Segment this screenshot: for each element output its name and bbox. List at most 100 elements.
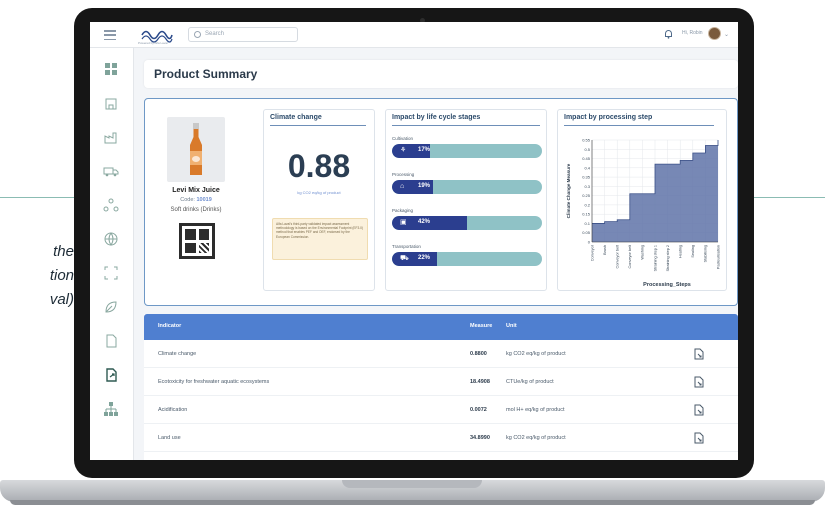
globe-icon[interactable] bbox=[102, 230, 120, 248]
measure-cell: 0.8800 bbox=[470, 351, 487, 357]
hierarchy-icon[interactable] bbox=[102, 400, 120, 418]
x-tick-label: Pasteurisation bbox=[716, 245, 720, 269]
product-code: Code: 10019 bbox=[151, 197, 241, 203]
page: the tion val) Powered by Alfa Laval Sear… bbox=[0, 0, 825, 506]
table-row[interactable]: Land use 34.8990 kg CO2 eq/kg of product bbox=[144, 424, 738, 452]
unit-cell: mol H+ eq/kg of product bbox=[506, 407, 565, 413]
document-download-icon[interactable] bbox=[694, 376, 704, 388]
dashboard-icon[interactable] bbox=[102, 60, 120, 78]
factory-icon: ⌂ bbox=[400, 183, 405, 190]
indicator-cell: Climate change bbox=[158, 351, 197, 357]
stage-bar: ▣ 42% bbox=[392, 216, 542, 230]
building-icon[interactable] bbox=[102, 94, 120, 112]
climate-unit: kg CO2 eq/kg of product bbox=[297, 190, 341, 195]
top-bar: Powered by Alfa Laval Search Hi, Robin ⌄ bbox=[90, 22, 738, 48]
caption-line: tion bbox=[49, 267, 74, 284]
y-tick-label: 0.3 bbox=[584, 184, 590, 189]
stage-bar: ⌂ 19% bbox=[392, 180, 542, 194]
avatar[interactable] bbox=[708, 27, 721, 40]
stage-percent: 22% bbox=[418, 255, 431, 261]
y-tick-label: 0.25 bbox=[582, 193, 591, 198]
y-axis-label: Climate Change Measure bbox=[566, 163, 571, 218]
chevron-down-icon[interactable]: ⌄ bbox=[724, 31, 729, 38]
x-tick-label: Conveyor belt bbox=[628, 244, 632, 268]
export-icon[interactable] bbox=[102, 366, 120, 384]
product-code-value: 10019 bbox=[196, 197, 212, 203]
x-tick-label: Washing bbox=[641, 245, 645, 260]
table-row[interactable]: Acidification 0.0072 mol H+ eq/kg of pro… bbox=[144, 396, 738, 424]
column-header-indicator[interactable]: Indicator bbox=[158, 323, 181, 329]
search-input[interactable]: Search bbox=[188, 27, 298, 42]
page-title: Product Summary bbox=[154, 67, 258, 81]
processing-chart: 0 0.05 0.1 0.15 0.2 0.25 0.3 0.35 0.4 0.45 0.5 0.55… bbox=[566, 138, 720, 289]
bottle-icon bbox=[190, 123, 202, 175]
stage-label: Transportation bbox=[392, 244, 421, 249]
laptop-notch bbox=[342, 480, 482, 488]
y-tick-label: 0.05 bbox=[582, 230, 591, 235]
indicator-table: Indicator Measure Unit Climate change 0.… bbox=[144, 314, 738, 460]
product-code-label: Code: bbox=[180, 197, 195, 203]
table-header: Indicator Measure Unit bbox=[144, 314, 738, 340]
y-tick-label: 0.4 bbox=[584, 165, 590, 170]
x-axis-label: Processing_Steps bbox=[643, 282, 691, 288]
expand-icon[interactable] bbox=[102, 264, 120, 282]
climate-value: 0.88 bbox=[287, 148, 351, 184]
laptop-shadow bbox=[10, 500, 815, 505]
climate-title-underline bbox=[270, 125, 366, 126]
stages-title-underline bbox=[392, 125, 540, 126]
truck-icon[interactable] bbox=[102, 162, 120, 180]
network-icon[interactable] bbox=[102, 196, 120, 214]
factory-icon[interactable] bbox=[102, 128, 120, 146]
y-tick-label: 0.5 bbox=[584, 147, 590, 152]
unit-cell: CTUe/kg of product bbox=[506, 379, 554, 385]
app-screen: Powered by Alfa Laval Search Hi, Robin ⌄ bbox=[90, 22, 738, 460]
sprout-icon: ⚘ bbox=[400, 147, 407, 154]
search-placeholder: Search bbox=[205, 31, 225, 37]
menu-icon[interactable] bbox=[104, 30, 116, 40]
y-tick-label: 0.1 bbox=[584, 221, 590, 226]
climate-title: Climate change bbox=[270, 114, 322, 121]
document-download-icon[interactable] bbox=[694, 404, 704, 416]
product-image bbox=[167, 117, 225, 182]
table-row[interactable]: Ecotoxicity for freshwater aquatic ecosy… bbox=[144, 368, 738, 396]
column-header-unit[interactable]: Unit bbox=[506, 323, 517, 329]
stages-card: Impact by life cycle stages Cultivation … bbox=[385, 109, 547, 291]
decorative-line-left bbox=[0, 197, 80, 198]
measure-cell: 34.8990 bbox=[470, 435, 490, 441]
column-header-measure[interactable]: Measure bbox=[470, 323, 492, 329]
y-tick-label: 0.2 bbox=[584, 202, 590, 207]
x-tick-label: Sealing bbox=[691, 245, 695, 258]
stages-title: Impact by life cycle stages bbox=[392, 114, 481, 121]
bell-icon[interactable] bbox=[664, 29, 673, 39]
y-tick-label: 0 bbox=[588, 240, 591, 245]
x-tick-label: Heating bbox=[679, 245, 683, 258]
stage-percent: 42% bbox=[418, 219, 431, 225]
x-tick-label: Straining step 2 bbox=[666, 245, 670, 271]
stage-percent: 17% bbox=[418, 147, 431, 153]
document-download-icon[interactable] bbox=[694, 432, 704, 444]
stage-percent: 19% bbox=[418, 183, 431, 189]
processing-card: Impact by processing step 0 0.05 0.1 0.15 0.… bbox=[557, 109, 727, 291]
product-name: Levi Mix Juice bbox=[172, 187, 220, 194]
document-download-icon[interactable] bbox=[694, 348, 704, 360]
x-tick-label: Conveyor belt bbox=[616, 244, 620, 268]
qr-code-icon bbox=[179, 223, 215, 259]
user-greeting[interactable]: Hi, Robin bbox=[682, 30, 703, 36]
indicator-cell: Land use bbox=[158, 435, 181, 441]
truck-icon: ⛟ bbox=[400, 255, 409, 262]
logo-tagline: Powered by Alfa Laval bbox=[138, 41, 168, 45]
product-category: Soft drinks (Drinks) bbox=[170, 207, 222, 213]
leaf-icon[interactable] bbox=[102, 298, 120, 316]
indicator-cell: Acidification bbox=[158, 407, 188, 413]
indicator-cell: Ecotoxicity for freshwater aquatic ecosy… bbox=[158, 379, 270, 385]
decorative-line-right bbox=[746, 197, 825, 198]
measure-cell: 18.4908 bbox=[470, 379, 490, 385]
table-row[interactable]: Climate change 0.8800 kg CO2 eq/kg of pr… bbox=[144, 340, 738, 368]
caption-line: val) bbox=[49, 291, 74, 308]
page-title-card: Product Summary bbox=[144, 60, 738, 88]
stage-label: Packaging bbox=[392, 208, 414, 213]
product-card: Levi Mix Juice Code: 10019 Soft drinks (… bbox=[151, 107, 241, 295]
y-tick-label: 0.35 bbox=[582, 175, 591, 180]
document-icon[interactable] bbox=[102, 332, 120, 350]
x-tick-label: Brush bbox=[603, 245, 607, 255]
